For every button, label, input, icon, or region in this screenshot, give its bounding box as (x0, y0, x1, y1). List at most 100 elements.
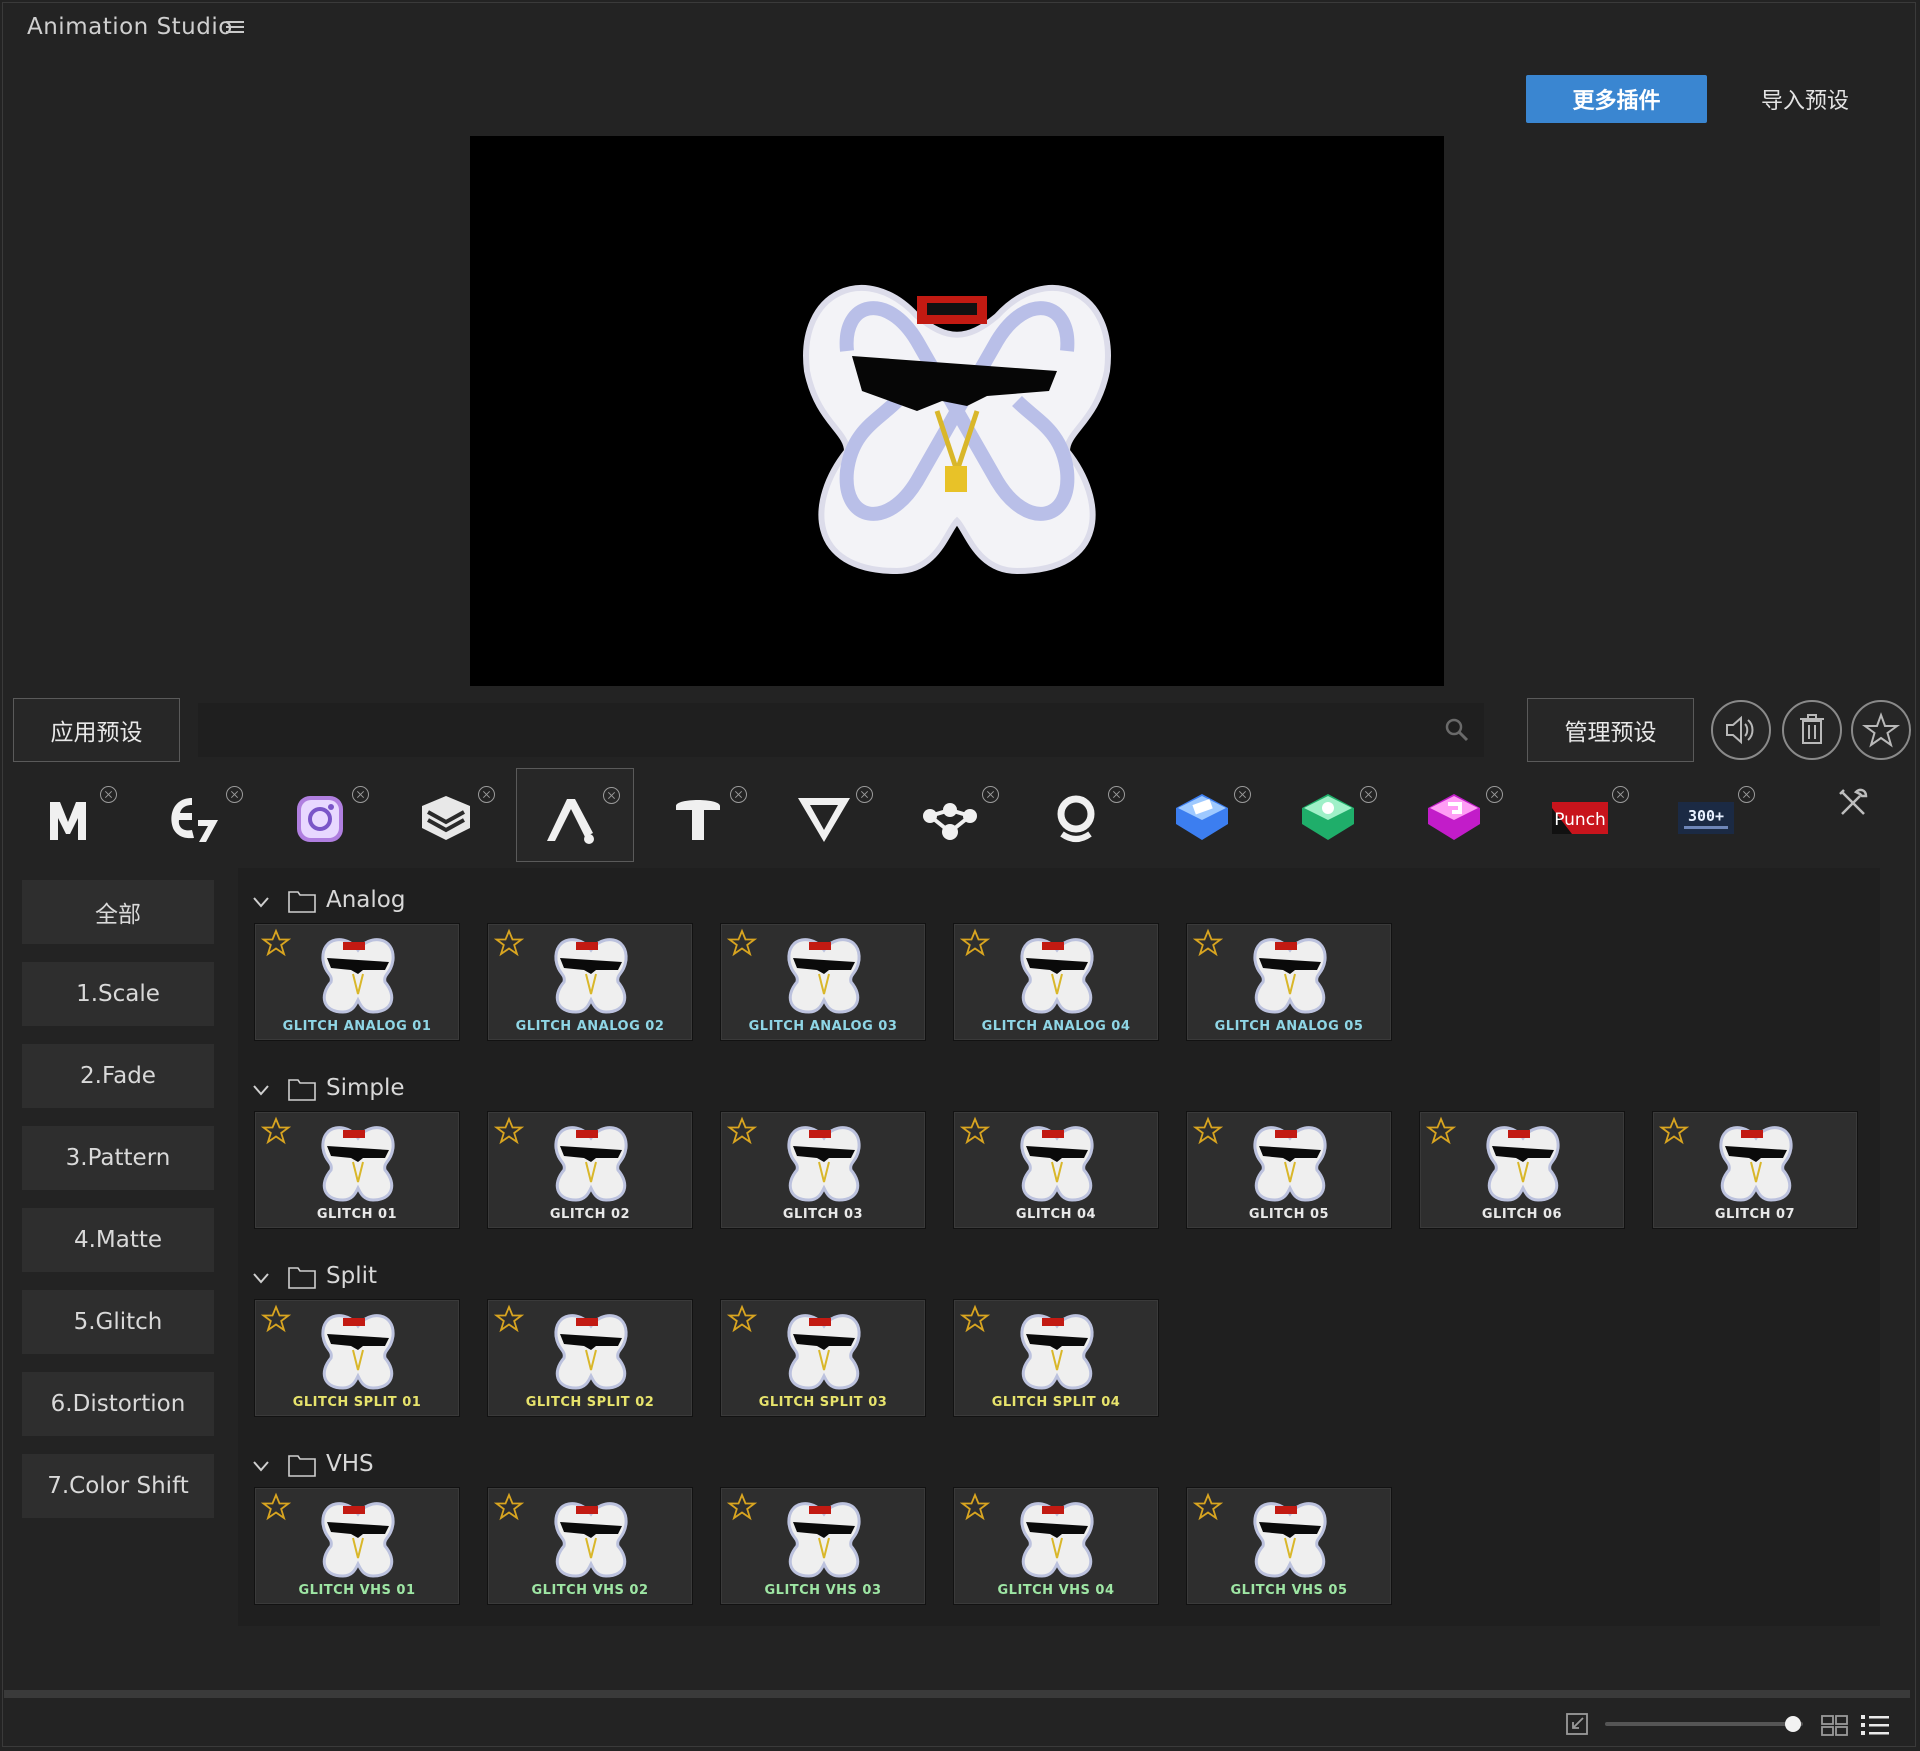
delete-button[interactable] (1782, 700, 1842, 760)
preset-label: GLITCH 01 (316, 1207, 398, 1222)
tools-settings-icon[interactable] (1836, 786, 1870, 820)
favorite-star-icon[interactable] (960, 928, 990, 958)
plugin-v[interactable] (770, 768, 888, 862)
remove-plugin-icon[interactable] (603, 787, 620, 804)
plugin-nodes[interactable] (896, 768, 1014, 862)
category-scale[interactable]: 1.Scale (22, 962, 214, 1026)
plugin-e7[interactable] (140, 768, 258, 862)
category-glitch[interactable]: 5.Glitch (22, 1290, 214, 1354)
search-icon[interactable] (1444, 717, 1470, 743)
remove-plugin-icon[interactable] (856, 786, 873, 803)
preset-card[interactable]: GLITCH VHS 03 (720, 1487, 926, 1605)
hamburger-menu-icon[interactable] (226, 18, 244, 36)
chevron-down-icon[interactable] (252, 1269, 270, 1287)
preset-card[interactable]: GLITCH VHS 02 (487, 1487, 693, 1605)
favorite-star-icon[interactable] (261, 928, 291, 958)
plugin-green-box[interactable] (1274, 768, 1392, 862)
preset-card[interactable]: GLITCH 02 (487, 1111, 693, 1229)
category-pattern[interactable]: 3.Pattern (22, 1126, 214, 1190)
plugin-a[interactable] (516, 768, 634, 862)
preset-card[interactable]: GLITCH ANALOG 05 (1186, 923, 1392, 1041)
grid-view-icon[interactable] (1821, 1713, 1849, 1737)
plugin-m[interactable] (14, 768, 132, 862)
favorite-star-icon[interactable] (261, 1492, 291, 1522)
preset-card[interactable]: GLITCH 03 (720, 1111, 926, 1229)
manage-presets-button[interactable]: 管理预设 (1527, 698, 1694, 762)
sound-button[interactable] (1711, 700, 1771, 760)
favorite-star-icon[interactable] (960, 1116, 990, 1146)
remove-plugin-icon[interactable] (1612, 786, 1629, 803)
category-matte[interactable]: 4.Matte (22, 1208, 214, 1272)
favorite-star-icon[interactable] (1193, 928, 1223, 958)
favorite-star-icon[interactable] (1426, 1116, 1456, 1146)
favorites-button[interactable] (1851, 700, 1911, 760)
favorite-star-icon[interactable] (494, 1492, 524, 1522)
preset-card[interactable]: GLITCH ANALOG 02 (487, 923, 693, 1041)
remove-plugin-icon[interactable] (478, 786, 495, 803)
category-all[interactable]: 全部 (22, 880, 214, 944)
remove-plugin-icon[interactable] (730, 786, 747, 803)
remove-plugin-icon[interactable] (982, 786, 999, 803)
chevron-down-icon[interactable] (252, 893, 270, 911)
zoom-slider[interactable] (1605, 1722, 1803, 1726)
category-distortion[interactable]: 6.Distortion (22, 1372, 214, 1436)
remove-plugin-icon[interactable] (1234, 786, 1251, 803)
search-input[interactable] (198, 703, 1428, 757)
favorite-star-icon[interactable] (960, 1304, 990, 1334)
remove-plugin-icon[interactable] (100, 786, 117, 803)
remove-plugin-icon[interactable] (352, 786, 369, 803)
remove-plugin-icon[interactable] (1738, 786, 1755, 803)
chevron-down-icon[interactable] (252, 1081, 270, 1099)
plugin-pink-box[interactable] (1400, 768, 1518, 862)
preset-card[interactable]: GLITCH ANALOG 01 (254, 923, 460, 1041)
preset-card[interactable]: GLITCH SPLIT 02 (487, 1299, 693, 1417)
preset-card[interactable]: GLITCH VHS 04 (953, 1487, 1159, 1605)
plugin-blue-box[interactable] (1148, 768, 1266, 862)
category-fade[interactable]: 2.Fade (22, 1044, 214, 1108)
preset-card[interactable]: GLITCH VHS 01 (254, 1487, 460, 1605)
remove-plugin-icon[interactable] (1108, 786, 1125, 803)
preset-card[interactable]: GLITCH 07 (1652, 1111, 1858, 1229)
preset-card[interactable]: GLITCH VHS 05 (1186, 1487, 1392, 1605)
zoom-slider-handle[interactable] (1785, 1716, 1802, 1732)
favorite-star-icon[interactable] (494, 1304, 524, 1334)
favorite-star-icon[interactable] (727, 1116, 757, 1146)
more-plugins-button[interactable]: 更多插件 (1526, 75, 1707, 123)
favorite-star-icon[interactable] (494, 1116, 524, 1146)
category-color-shift[interactable]: 7.Color Shift (22, 1454, 214, 1518)
list-view-icon[interactable] (1860, 1711, 1890, 1739)
favorite-star-icon[interactable] (727, 928, 757, 958)
plugin-layers[interactable] (392, 768, 510, 862)
preset-card[interactable]: GLITCH ANALOG 03 (720, 923, 926, 1041)
svg-text:Punch: Punch (1554, 810, 1606, 830)
remove-plugin-icon[interactable] (1486, 786, 1503, 803)
favorite-star-icon[interactable] (727, 1492, 757, 1522)
preset-card[interactable]: GLITCH 04 (953, 1111, 1159, 1229)
fit-to-view-icon[interactable] (1565, 1712, 1589, 1736)
preset-card[interactable]: GLITCH SPLIT 03 (720, 1299, 926, 1417)
plugin-camera[interactable] (266, 768, 384, 862)
preset-card[interactable]: GLITCH SPLIT 01 (254, 1299, 460, 1417)
remove-plugin-icon[interactable] (226, 786, 243, 803)
preset-card[interactable]: GLITCH SPLIT 04 (953, 1299, 1159, 1417)
preset-card[interactable]: GLITCH 05 (1186, 1111, 1392, 1229)
favorite-star-icon[interactable] (261, 1116, 291, 1146)
apply-preset-button[interactable]: 应用预设 (13, 698, 180, 762)
plugin-300[interactable]: 300+ (1652, 768, 1770, 862)
chevron-down-icon[interactable] (252, 1457, 270, 1475)
favorite-star-icon[interactable] (1659, 1116, 1689, 1146)
remove-plugin-icon[interactable] (1360, 786, 1377, 803)
plugin-punch[interactable]: Punch (1526, 768, 1644, 862)
import-presets-button[interactable]: 导入预设 (1738, 75, 1872, 123)
favorite-star-icon[interactable] (261, 1304, 291, 1334)
favorite-star-icon[interactable] (727, 1304, 757, 1334)
preset-card[interactable]: GLITCH 01 (254, 1111, 460, 1229)
favorite-star-icon[interactable] (494, 928, 524, 958)
preset-card[interactable]: GLITCH 06 (1419, 1111, 1625, 1229)
plugin-q[interactable] (1022, 768, 1140, 862)
preset-card[interactable]: GLITCH ANALOG 04 (953, 923, 1159, 1041)
favorite-star-icon[interactable] (1193, 1492, 1223, 1522)
plugin-t[interactable] (644, 768, 762, 862)
favorite-star-icon[interactable] (1193, 1116, 1223, 1146)
favorite-star-icon[interactable] (960, 1492, 990, 1522)
